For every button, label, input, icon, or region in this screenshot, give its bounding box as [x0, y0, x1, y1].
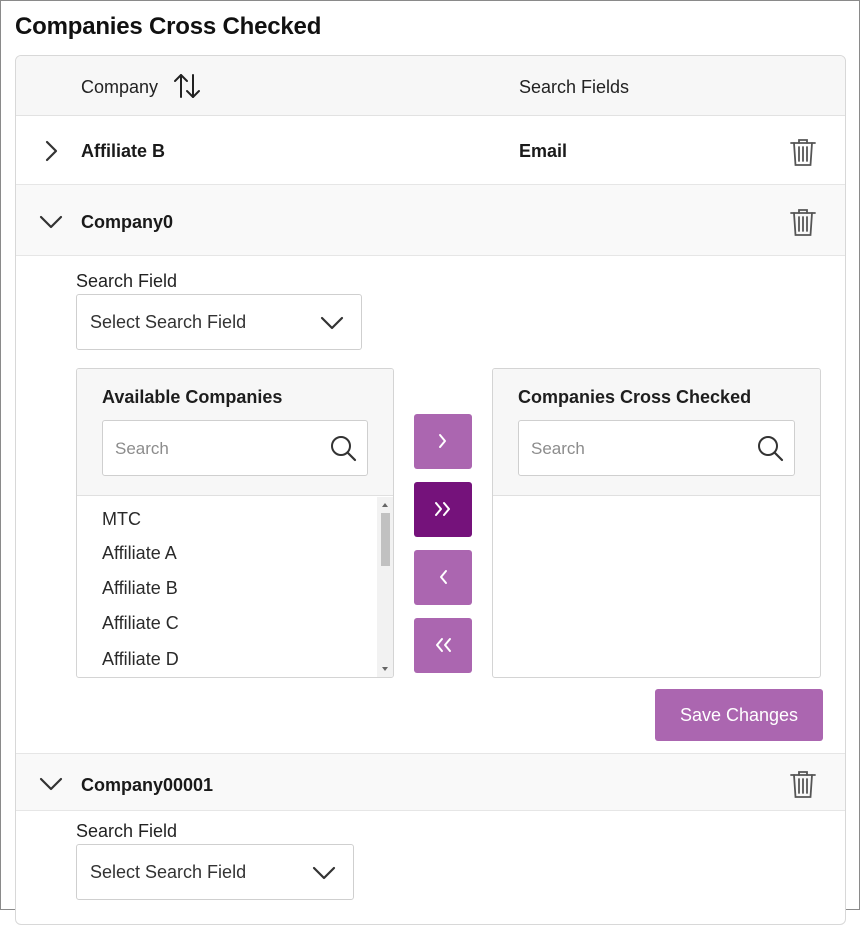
scroll-down-arrow-icon[interactable] [380, 664, 390, 674]
scroll-up-arrow-icon[interactable] [380, 500, 390, 510]
companies-grid: Company Search Fields Affiliate B Email [15, 55, 846, 925]
companies-cross-checked-listbox: Companies Cross Checked Search [492, 368, 821, 678]
chevron-right-icon [439, 434, 446, 448]
listbox-title: Companies Cross Checked [518, 387, 752, 407]
search-placeholder: Search [531, 439, 585, 458]
sort-icon[interactable] [172, 71, 202, 101]
chevron-down-icon[interactable] [38, 209, 64, 235]
row-company-name: Company00001 [81, 775, 214, 795]
listbox-title: Available Companies [102, 387, 283, 407]
double-chevron-right-icon [435, 502, 450, 516]
search-field-label: Search Field [76, 821, 178, 841]
grid-header: Company Search Fields [16, 56, 845, 116]
trash-icon[interactable] [789, 207, 817, 237]
column-header-search-fields: Search Fields [519, 77, 630, 97]
checked-list [493, 497, 820, 677]
search-field-label: Search Field [76, 271, 178, 291]
trash-icon[interactable] [789, 137, 817, 167]
list-item[interactable]: Affiliate D [102, 649, 179, 670]
list-item[interactable]: MTC [102, 509, 141, 530]
scroll-thumb[interactable] [381, 513, 390, 566]
chevron-right-icon[interactable] [38, 138, 64, 164]
table-row: Company00001 [16, 753, 845, 811]
list-item[interactable]: Affiliate C [102, 613, 179, 634]
listbox-header: Available Companies Search [77, 369, 393, 496]
table-row: Company0 [16, 185, 845, 256]
search-field-select[interactable]: Select Search Field [76, 844, 354, 900]
move-selected-right-button[interactable] [414, 414, 472, 469]
double-chevron-left-icon [436, 638, 451, 652]
chevron-down-icon [320, 316, 344, 330]
table-row: Affiliate B Email [16, 116, 845, 185]
page-title: Companies Cross Checked [15, 13, 322, 40]
move-all-right-button[interactable] [414, 482, 472, 537]
listbox-header: Companies Cross Checked Search [493, 369, 820, 496]
row-search-field: Email [519, 141, 568, 161]
save-changes-button[interactable]: Save Changes [655, 689, 823, 741]
chevron-down-icon [312, 866, 336, 880]
select-value: Select Search Field [90, 312, 247, 332]
list-item[interactable]: Affiliate A [102, 543, 177, 564]
window-frame: Companies Cross Checked Company Search F… [0, 0, 860, 925]
chevron-left-icon [440, 570, 447, 584]
list-item[interactable]: Affiliate B [102, 578, 178, 599]
scrollbar[interactable] [377, 497, 393, 677]
column-header-company[interactable]: Company [81, 77, 158, 98]
checked-search-input[interactable]: Search [518, 420, 795, 476]
move-selected-left-button[interactable] [414, 550, 472, 605]
search-icon[interactable] [329, 434, 357, 462]
move-all-left-button[interactable] [414, 618, 472, 673]
search-placeholder: Search [115, 439, 169, 458]
available-companies-listbox: Available Companies Search MTC Affiliate… [76, 368, 394, 678]
search-field-select[interactable]: Select Search Field [76, 294, 362, 350]
row-company-name: Company0 [81, 212, 174, 232]
row-company-name: Affiliate B [81, 141, 166, 161]
select-value: Select Search Field [90, 862, 247, 882]
trash-icon[interactable] [789, 769, 817, 799]
available-search-input[interactable]: Search [102, 420, 368, 476]
available-list: MTC Affiliate A Affiliate B Affiliate C … [77, 497, 393, 677]
chevron-down-icon[interactable] [38, 771, 64, 797]
search-icon[interactable] [756, 434, 784, 462]
